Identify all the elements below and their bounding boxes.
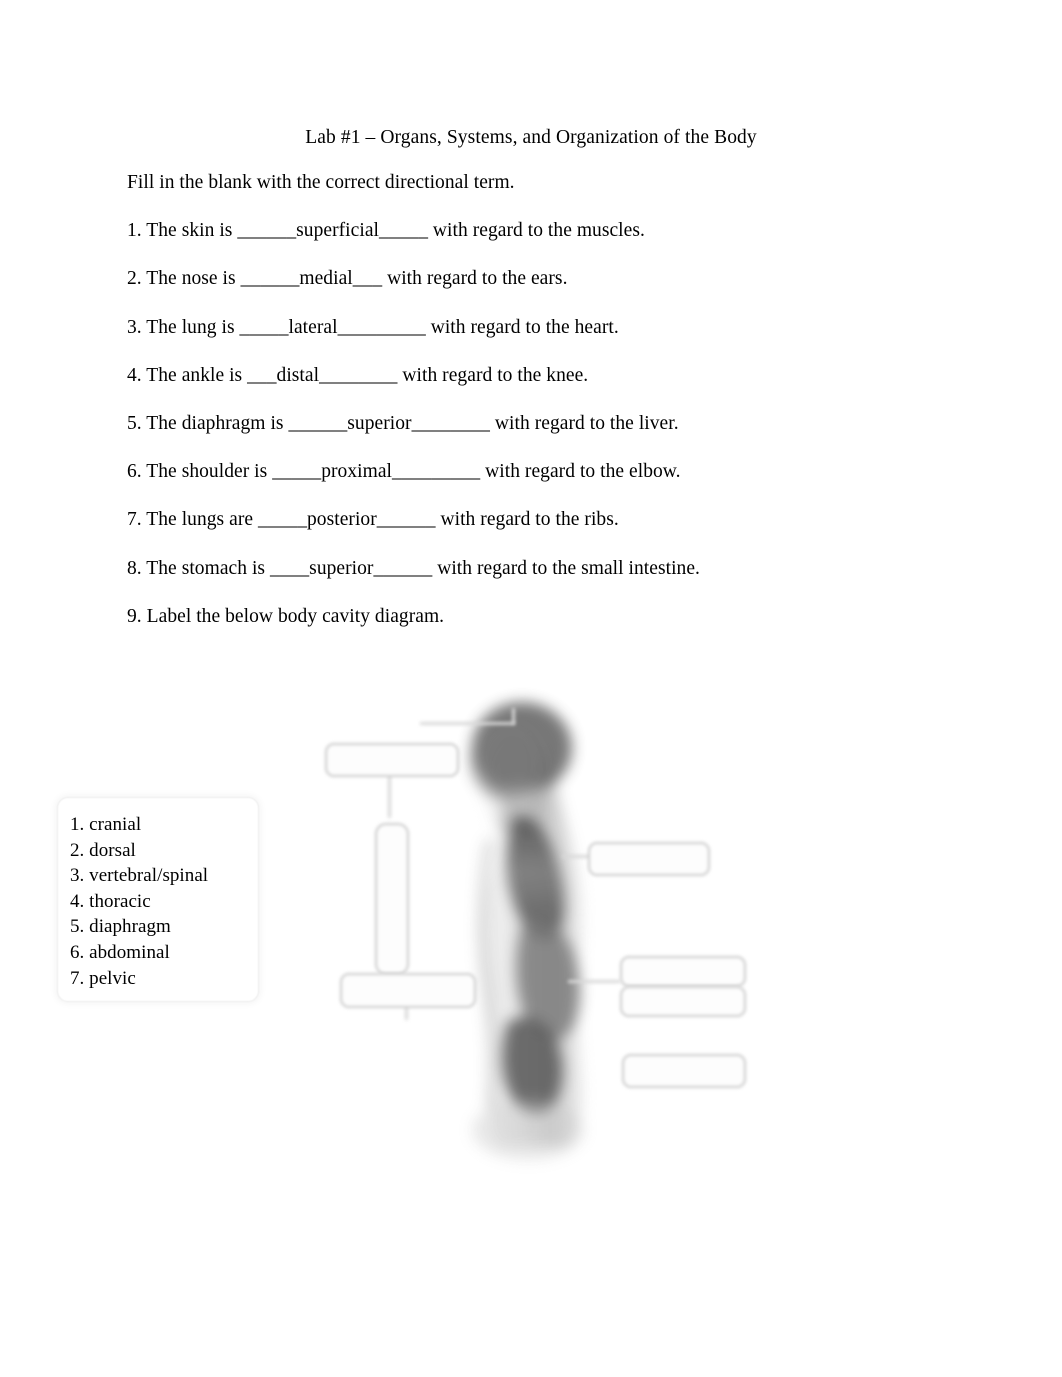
- label-box-right-mid-lower[interactable]: [620, 986, 746, 1017]
- label-box-left-vertical[interactable]: [375, 823, 409, 975]
- question-1: 1. The skin is ______superficial_____ wi…: [127, 220, 645, 242]
- list-item: 3. vertebral/spinal: [70, 865, 209, 887]
- question-2: 2. The nose is ______medial___ with rega…: [127, 268, 568, 290]
- label-box-top-left[interactable]: [325, 743, 459, 777]
- document-page: Lab #1 – Organs, Systems, and Organizati…: [0, 0, 1062, 1377]
- connector-top-left: [420, 722, 515, 725]
- question-5: 5. The diaphragm is ______superior______…: [127, 412, 679, 434]
- connector-right-mid: [568, 980, 620, 983]
- connector-left-upper: [388, 770, 391, 818]
- list-item: 2. dorsal: [70, 839, 136, 861]
- page-title: Lab #1 – Organs, Systems, and Organizati…: [305, 127, 757, 148]
- question-4: 4. The ankle is ___distal________ with r…: [127, 364, 589, 386]
- list-item: 7. pelvic: [70, 967, 136, 989]
- label-box-right-mid-upper[interactable]: [620, 956, 746, 987]
- label-box-lower-left[interactable]: [340, 973, 476, 1008]
- list-item: 4. thoracic: [70, 890, 151, 912]
- list-item: 1. cranial: [70, 814, 142, 835]
- answer-key-list: 1. cranial 2. dorsal 3. vertebral/spinal…: [70, 812, 270, 991]
- question-3: 3. The lung is _____lateral_________ wit…: [127, 316, 619, 338]
- question-9: 9. Label the below body cavity diagram.: [127, 605, 445, 627]
- instruction-text: Fill in the blank with the correct direc…: [127, 172, 515, 193]
- list-item: 6. abdominal: [70, 941, 170, 963]
- list-item: 5. diaphragm: [70, 916, 171, 938]
- question-8: 8. The stomach is ____superior______ wit…: [127, 557, 700, 579]
- question-7: 7. The lungs are _____posterior______ wi…: [127, 509, 619, 531]
- question-6: 6. The shoulder is _____proximal________…: [127, 461, 681, 483]
- connector-top-left-vertical: [512, 708, 515, 724]
- label-box-right-bottom[interactable]: [622, 1054, 746, 1088]
- body-cavity-diagram: [300, 690, 770, 1160]
- label-box-right-upper[interactable]: [588, 842, 710, 876]
- question-block: Fill in the blank with the correct direc…: [127, 170, 927, 630]
